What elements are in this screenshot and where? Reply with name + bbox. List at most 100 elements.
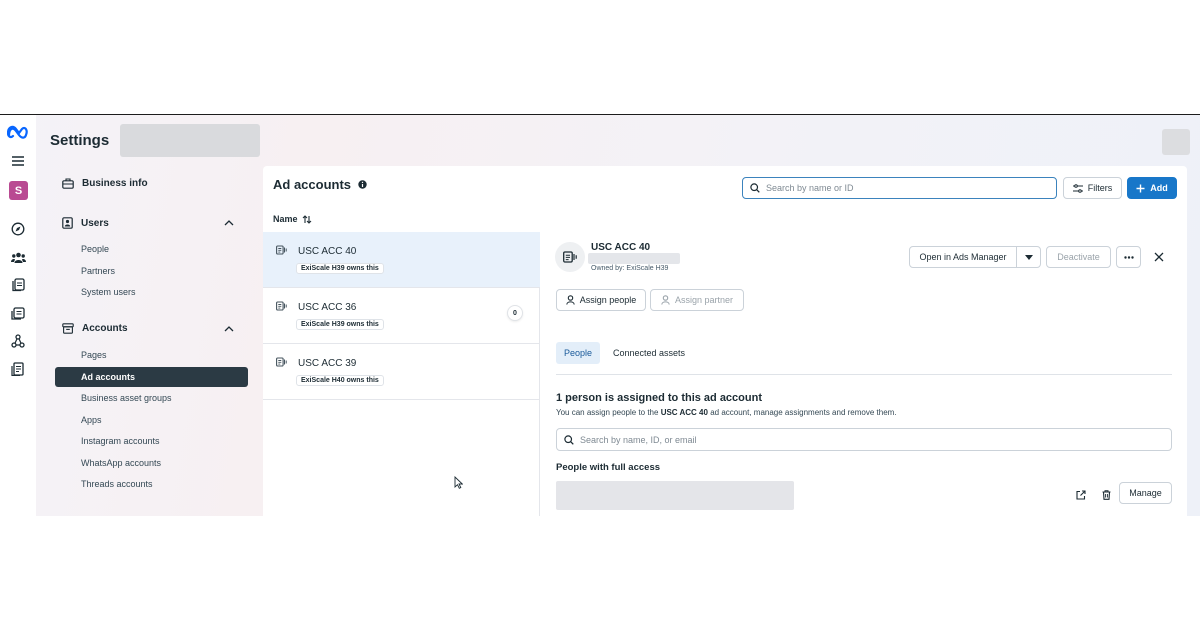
sidebar-item-ad-accounts[interactable]: Ad accounts (55, 367, 248, 387)
chevron-up-icon[interactable] (224, 220, 234, 226)
user-badge-icon (62, 217, 73, 229)
tab-label: People (564, 348, 593, 358)
ads-manager-dropdown-button[interactable] (1016, 246, 1041, 268)
button-label: Assign partner (674, 295, 734, 305)
sidebar-item-label: Partners (81, 266, 116, 276)
avatar-letter: S (14, 184, 23, 197)
compass-icon[interactable] (9, 220, 27, 238)
tab-connected-assets[interactable]: Connected assets (605, 342, 693, 364)
notification-count-badge: 0 (507, 305, 523, 321)
open-ads-manager-button[interactable]: Open in Ads Manager (909, 246, 1017, 268)
ad-account-list: USC ACC 40 ExiScale H39 owns this USC AC… (263, 232, 540, 516)
sidebar-item-label: Business info (82, 178, 148, 189)
sidebar-item-business-asset-groups[interactable]: Business asset groups (55, 388, 248, 408)
search-input[interactable] (766, 183, 1046, 193)
tab-label: Connected assets (613, 348, 686, 358)
sidebar-item-people[interactable]: People (55, 239, 248, 259)
network-icon[interactable] (9, 332, 27, 350)
account-name: USC ACC 39 (298, 358, 357, 369)
info-icon[interactable] (358, 180, 367, 189)
app-window: S Settings Business info Users People Pa… (0, 114, 1200, 516)
detail-owner: Owned by: ExiScale H39 (591, 265, 669, 272)
ad-account-search[interactable] (742, 177, 1057, 199)
sidebar-item-partners[interactable]: Partners (55, 261, 248, 281)
person-icon (661, 295, 670, 305)
chevron-up-icon[interactable] (224, 326, 234, 332)
mouse-cursor-icon (454, 476, 463, 489)
more-options-button[interactable] (1116, 246, 1141, 268)
add-label: Add (1150, 183, 1168, 193)
assign-people-button[interactable]: Assign people (556, 289, 646, 311)
ad-account-detail: USC ACC 40 Owned by: ExiScale H39 Open i… (541, 232, 1187, 516)
description-suffix: ad account, manage assignments and remov… (710, 408, 897, 417)
list-item[interactable]: USC ACC 36 ExiScale H39 owns this 0 (263, 288, 540, 344)
ad-account-icon (276, 357, 287, 367)
external-link-icon (1076, 490, 1086, 500)
business-selector[interactable] (120, 124, 260, 157)
name-column-header[interactable]: Name (273, 214, 312, 224)
button-label: Manage (1129, 488, 1162, 498)
sidebar-item-label: Business asset groups (81, 393, 172, 403)
sidebar-item-whatsapp-accounts[interactable]: WhatsApp accounts (55, 453, 248, 473)
deactivate-button[interactable]: Deactivate (1046, 246, 1111, 268)
remove-person-button[interactable] (1100, 489, 1112, 501)
sidebar-item-instagram-accounts[interactable]: Instagram accounts (55, 431, 248, 451)
add-button[interactable]: Add (1127, 177, 1177, 199)
tab-people[interactable]: People (556, 342, 601, 364)
sidebar-item-label: Instagram accounts (81, 436, 160, 446)
filter-icon (1072, 183, 1083, 193)
section-header: Ad accounts (273, 177, 367, 192)
column-header-label: Name (273, 214, 298, 224)
people-search[interactable] (556, 428, 1172, 451)
sidebar-item-label: WhatsApp accounts (81, 458, 162, 468)
sidebar-item-label: People (81, 244, 110, 254)
sort-icon (302, 214, 311, 224)
open-external-button[interactable] (1075, 489, 1087, 501)
sidebar-item-apps[interactable]: Apps (55, 410, 248, 430)
plus-icon (1136, 184, 1145, 192)
people-search-input[interactable] (580, 434, 860, 445)
ad-account-icon (563, 251, 577, 263)
account-menu-button[interactable] (1162, 129, 1190, 155)
sidebar-section-label: Users (81, 217, 109, 229)
detail-tabs: People Connected assets (556, 342, 1172, 375)
menu-icon[interactable] (9, 152, 27, 170)
filters-label: Filters (1087, 183, 1113, 193)
owner-badge: ExiScale H39 owns this (296, 319, 384, 330)
description-prefix: You can assign people to the (556, 408, 659, 417)
page-title: Settings (50, 132, 110, 149)
avatar[interactable]: S (9, 181, 28, 200)
ad-account-icon (276, 245, 287, 255)
section-title: Ad accounts (273, 177, 352, 192)
sidebar-item-pages[interactable]: Pages (55, 345, 248, 365)
caret-down-icon (1024, 254, 1033, 260)
trash-icon (1102, 490, 1110, 500)
sidebar-item-system-users[interactable]: System users (55, 282, 248, 302)
search-icon (750, 183, 760, 193)
sidebar-section-users[interactable]: Users (62, 217, 109, 229)
meta-logo-icon[interactable] (7, 123, 31, 141)
settings-list-icon[interactable] (9, 304, 27, 322)
sidebar-item-label: Ad accounts (81, 372, 136, 382)
search-icon (564, 434, 574, 445)
briefcase-icon (62, 178, 74, 189)
list-item[interactable]: USC ACC 39 ExiScale H40 owns this (263, 344, 540, 400)
people-icon[interactable] (9, 248, 27, 266)
sidebar-item-label: Pages (81, 350, 107, 360)
owner-badge: ExiScale H40 owns this (296, 375, 384, 386)
account-name: USC ACC 36 (298, 302, 357, 313)
description-account: USC ACC 40 (660, 408, 708, 417)
list-item[interactable]: USC ACC 40 ExiScale H39 owns this (263, 232, 540, 288)
manage-button[interactable]: Manage (1119, 482, 1172, 504)
assign-partner-button[interactable]: Assign partner (650, 289, 744, 311)
sidebar-section-accounts[interactable]: Accounts (62, 323, 128, 334)
account-name: USC ACC 40 (298, 246, 357, 257)
pages-icon[interactable] (9, 276, 27, 294)
close-button[interactable] (1153, 251, 1165, 263)
close-icon (1154, 252, 1164, 262)
person-icon (565, 295, 575, 305)
sidebar-item-threads-accounts[interactable]: Threads accounts (55, 474, 248, 494)
sidebar-item-business-info[interactable]: Business info (62, 178, 148, 189)
billing-icon[interactable] (9, 360, 27, 378)
filters-button[interactable]: Filters (1063, 177, 1122, 199)
